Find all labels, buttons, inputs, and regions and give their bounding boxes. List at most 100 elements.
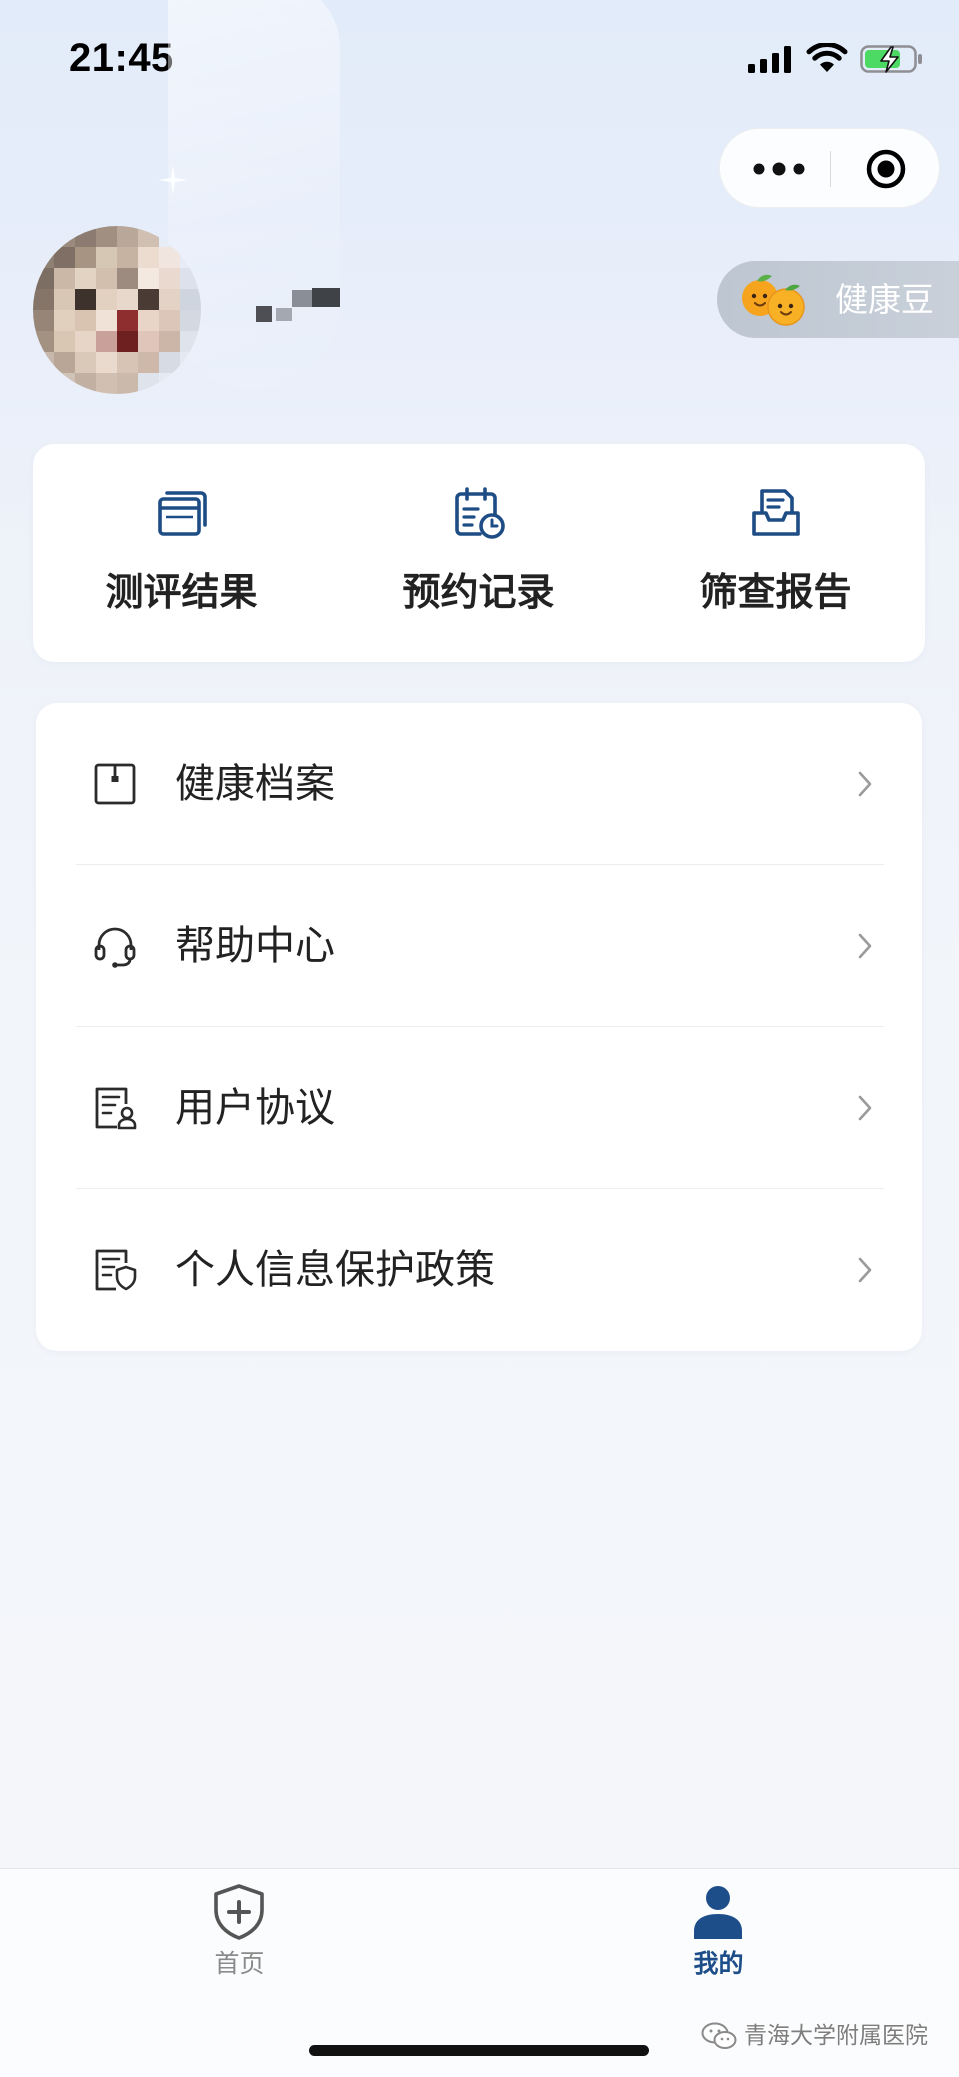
quick-action-label: 测评结果 [105, 570, 258, 614]
report-tray-icon [747, 484, 805, 542]
avatar-pixel [138, 331, 159, 352]
avatar-pixel [180, 289, 201, 310]
sparkle-icon [158, 165, 188, 195]
avatar-pixel [159, 331, 180, 352]
avatar-pixel [75, 226, 96, 247]
avatar-pixel [96, 331, 117, 352]
menu-item-label: 帮助中心 [175, 923, 335, 969]
quick-action-appointment-records[interactable]: 预约记录 [330, 444, 627, 662]
chevron-right-icon [856, 1255, 874, 1285]
avatar-pixel [96, 373, 117, 394]
orange-mascot-icon [735, 270, 811, 330]
menu-item-user-agreement[interactable]: 用户协议 [36, 1027, 922, 1189]
quick-action-screening-reports[interactable]: 筛查报告 [627, 444, 924, 662]
tab-home[interactable]: 首页 [0, 1869, 479, 1999]
avatar-pixel [117, 331, 138, 352]
avatar-pixel [75, 268, 96, 289]
avatar-pixel [138, 289, 159, 310]
profile-name-redacted [252, 286, 344, 328]
avatar-pixel [159, 352, 180, 373]
avatar-pixel [117, 268, 138, 289]
avatar-pixel [117, 289, 138, 310]
document-user-icon [92, 1085, 138, 1131]
chevron-right-icon [856, 1093, 874, 1123]
redaction-block [276, 308, 292, 321]
menu-item-label: 用户协议 [175, 1085, 335, 1131]
watermark: 青海大学附属医院 [700, 2020, 930, 2052]
avatar-pixel [75, 247, 96, 268]
capsule-divider [830, 151, 831, 187]
avatar-pixel [33, 247, 54, 268]
avatar-pixel [33, 352, 54, 373]
shield-plus-icon [209, 1882, 269, 1942]
avatar-pixel [180, 373, 201, 394]
avatar-pixel [33, 331, 54, 352]
quick-actions-card: 测评结果 预约记录 筛查报告 [33, 444, 925, 662]
avatar-pixel [75, 310, 96, 331]
avatar-pixel [75, 289, 96, 310]
avatar-pixel [54, 310, 75, 331]
menu-item-label: 个人信息保护政策 [175, 1247, 495, 1293]
headset-icon [92, 923, 138, 969]
avatar-pixel [54, 226, 75, 247]
chevron-right-icon [856, 769, 874, 799]
avatar-pixel [75, 331, 96, 352]
quick-action-assessment-results[interactable]: 测评结果 [33, 444, 330, 662]
avatar-pixel [33, 310, 54, 331]
tab-label: 首页 [214, 1949, 265, 1978]
menu-item-label: 健康档案 [175, 761, 335, 807]
avatar-pixel [138, 268, 159, 289]
avatar-pixel [117, 226, 138, 247]
battery-charging-icon [860, 44, 924, 74]
menu-item-help-center[interactable]: 帮助中心 [36, 865, 922, 1027]
quick-action-label: 预约记录 [402, 570, 555, 614]
chevron-right-icon [856, 931, 874, 961]
avatar-pixel [138, 352, 159, 373]
avatar-pixel [180, 310, 201, 331]
person-icon [688, 1882, 748, 1942]
avatar-pixel [138, 373, 159, 394]
avatar-pixel [138, 247, 159, 268]
status-time: 21:45 [69, 36, 174, 80]
avatar-pixel [33, 289, 54, 310]
avatar-pixel [54, 247, 75, 268]
avatar-pixel [96, 247, 117, 268]
quick-action-label: 筛查报告 [699, 570, 852, 614]
avatar-pixel [159, 247, 180, 268]
menu-item-health-records[interactable]: 健康档案 [36, 703, 922, 865]
avatar-pixel [159, 289, 180, 310]
avatar-pixel [96, 289, 117, 310]
redaction-block [292, 290, 312, 307]
avatar-pixel [54, 289, 75, 310]
avatar-pixel [96, 352, 117, 373]
avatar-pixel [75, 373, 96, 394]
menu-item-privacy-policy[interactable]: 个人信息保护政策 [36, 1189, 922, 1351]
avatar-pixel [54, 373, 75, 394]
avatar-pixel [159, 310, 180, 331]
window-card-icon [153, 484, 211, 542]
tab-mine[interactable]: 我的 [479, 1869, 958, 1999]
avatar-pixel [75, 352, 96, 373]
avatar-pixel [117, 352, 138, 373]
health-beans-button[interactable]: 健康豆 [717, 261, 959, 338]
avatar-pixel [159, 268, 180, 289]
avatar-pixel [54, 268, 75, 289]
avatar-pixel [117, 310, 138, 331]
avatar-pixel [96, 310, 117, 331]
watermark-text: 青海大学附属医院 [744, 2023, 928, 2049]
avatar-pixel [159, 373, 180, 394]
mini-program-capsule [719, 128, 940, 208]
calendar-clock-icon [450, 484, 508, 542]
home-indicator[interactable] [309, 2045, 649, 2056]
avatar-pixel [117, 247, 138, 268]
avatar-pixel [33, 226, 54, 247]
health-beans-label: 健康豆 [835, 280, 934, 319]
avatar-pixel [33, 373, 54, 394]
avatar[interactable] [33, 226, 201, 394]
more-dots-icon[interactable] [752, 161, 806, 177]
document-shield-icon [92, 1247, 138, 1293]
target-circle-icon[interactable] [864, 147, 908, 191]
menu-card: 健康档案 帮助中心 用户协议 个人信息保护政策 [36, 703, 922, 1351]
avatar-pixel [138, 226, 159, 247]
cellular-signal-icon [748, 45, 792, 73]
